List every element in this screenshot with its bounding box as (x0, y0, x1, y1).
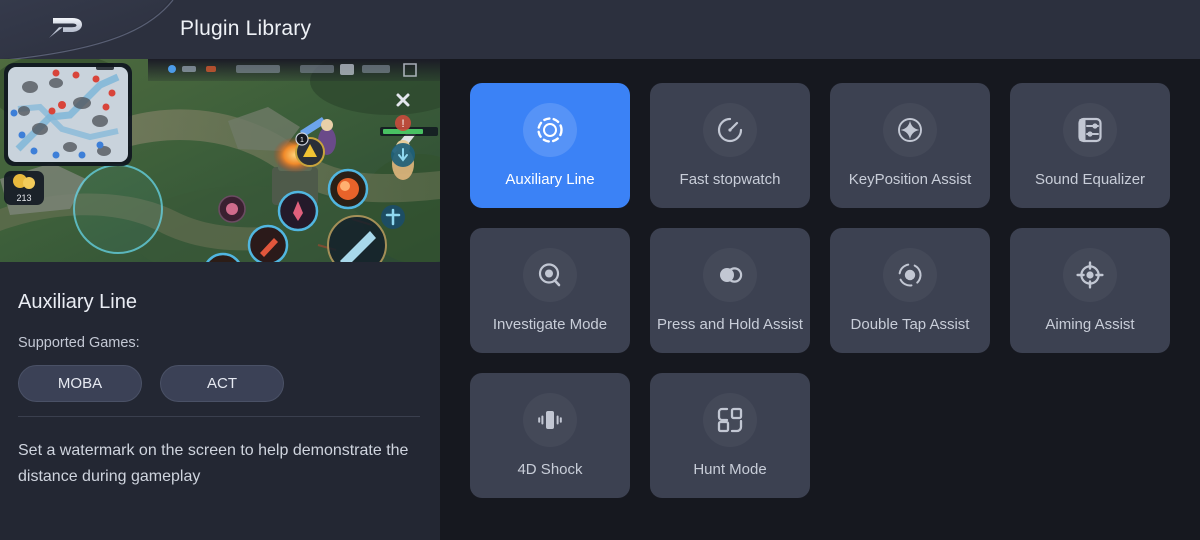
plugin-tile-label: Double Tap Assist (850, 315, 970, 333)
stopwatch-icon (703, 102, 757, 157)
plugin-tile-label: 4D Shock (517, 460, 583, 478)
plugin-tile-keyposition-assist[interactable]: KeyPosition Assist (830, 83, 990, 208)
plugin-tile-press-and-hold-assist[interactable]: Press and Hold Assist (650, 228, 810, 353)
detail-divider (18, 416, 420, 417)
detail-title: Auxiliary Line (18, 291, 137, 313)
page-title: Plugin Library (180, 17, 312, 40)
supported-games-label: Supported Games: (18, 335, 140, 351)
magnifier-dot-icon (523, 247, 577, 302)
plugin-tile-label: Aiming Assist (1045, 315, 1135, 333)
plugin-tile-label: Auxiliary Line (505, 170, 595, 188)
plugin-grid-area: Auxiliary Line Fast stopwatch KeyPositio… (440, 59, 1200, 540)
phone-vibrate-icon (523, 392, 577, 447)
plugin-detail-panel: 213 1 ! Auxiliary Line Supported Games: … (0, 59, 440, 540)
svg-text:213: 213 (16, 193, 31, 203)
four-point-star-circle-icon (883, 102, 937, 157)
equalizer-sliders-icon (1063, 102, 1117, 157)
plugin-tile-aiming-assist[interactable]: Aiming Assist (1010, 228, 1170, 353)
detail-description: Set a watermark on the screen to help de… (18, 442, 409, 485)
tag-act[interactable]: ACT (160, 365, 284, 402)
two-overlapping-circles-icon (703, 247, 757, 302)
plugin-tile-label: Fast stopwatch (679, 170, 781, 188)
plugin-tile-label: Sound Equalizer (1034, 170, 1146, 188)
plugin-preview-image: 213 1 ! (0, 59, 440, 262)
plugin-tile-label: Press and Hold Assist (657, 315, 803, 333)
plugin-tile-fast-stopwatch[interactable]: Fast stopwatch (650, 83, 810, 208)
svg-text:1: 1 (300, 137, 304, 144)
four-squares-hook-icon (703, 392, 757, 447)
plugin-tile-label: KeyPosition Assist (848, 170, 972, 188)
plugin-tile-label: Investigate Mode (492, 315, 608, 333)
plugin-tile-sound-equalizer[interactable]: Sound Equalizer (1010, 83, 1170, 208)
plugin-tile-auxiliary-line[interactable]: Auxiliary Line (470, 83, 630, 208)
plugin-detail-body: Auxiliary Line Supported Games: MOBA ACT… (0, 262, 440, 485)
plugin-tile-investigate-mode[interactable]: Investigate Mode (470, 228, 630, 353)
app-header: Plugin Library (0, 0, 1200, 59)
plugin-tile-4d-shock[interactable]: 4D Shock (470, 373, 630, 498)
svg-text:!: ! (401, 118, 404, 130)
plugin-tile-label: Hunt Mode (693, 460, 767, 478)
plugin-tile-double-tap-assist[interactable]: Double Tap Assist (830, 228, 990, 353)
plugin-grid: Auxiliary Line Fast stopwatch KeyPositio… (470, 83, 1170, 498)
dashed-ring-target-icon (523, 102, 577, 157)
crosshair-target-icon (1063, 247, 1117, 302)
plugin-library-window: Plugin Library 213 1 ! Auxiliary Line Su… (0, 0, 1200, 540)
double-tap-ring-icon (883, 247, 937, 302)
tag-moba[interactable]: MOBA (18, 365, 142, 402)
plugin-tile-hunt-mode[interactable]: Hunt Mode (650, 373, 810, 498)
supported-games-tags: MOBA ACT (18, 365, 440, 402)
ldplayer-d-logo-icon[interactable] (34, 12, 100, 48)
